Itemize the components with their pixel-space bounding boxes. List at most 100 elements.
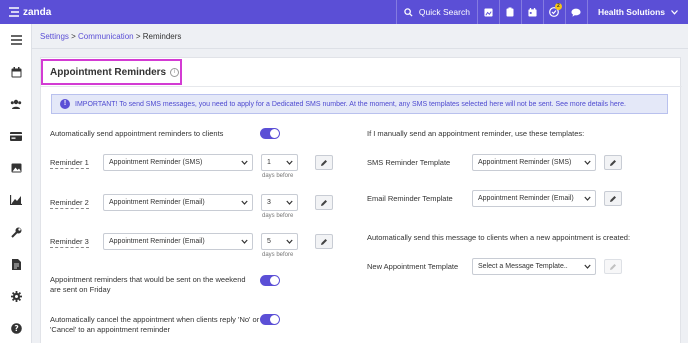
notification-badge: 2 xyxy=(554,3,562,10)
messages-button[interactable] xyxy=(564,0,587,24)
sidebar-item-documents[interactable] xyxy=(0,248,32,280)
sidebar-item-reports[interactable] xyxy=(0,184,32,216)
email-template-edit-button[interactable] xyxy=(604,191,622,206)
alert-text: IMPORTANT! To send SMS messages, you nee… xyxy=(75,100,626,108)
reminder-1-days-before: days before xyxy=(262,173,294,179)
alert-info-icon: ! xyxy=(60,99,70,109)
pencil-icon xyxy=(321,199,327,206)
reminder-1-days-select[interactable]: 1 xyxy=(261,154,298,171)
sidebar-item-billing[interactable] xyxy=(0,120,32,152)
svg-text:?: ? xyxy=(14,324,18,333)
chevron-down-icon xyxy=(241,160,248,165)
sidebar-item-help[interactable]: ? xyxy=(0,312,32,343)
reminder-1-days-value: 1 xyxy=(267,159,271,166)
quick-search-button[interactable]: Quick Search xyxy=(395,0,477,24)
line-chart-icon xyxy=(10,195,22,205)
sidebar-item-calendar[interactable] xyxy=(0,56,32,88)
calendar-button[interactable] xyxy=(520,0,543,24)
reminder-2-days-value: 3 xyxy=(267,199,271,206)
reminder-3-template-select[interactable]: Appointment Reminder (Email) xyxy=(103,233,253,250)
reminder-3-label: Reminder 3 xyxy=(50,237,89,248)
pencil-icon xyxy=(321,238,327,245)
pencil-icon xyxy=(610,195,616,202)
breadcrumb: Settings > Communication > Reminders xyxy=(40,32,181,41)
breadcrumb-separator: > xyxy=(68,32,79,41)
sidebar-item-gallery[interactable] xyxy=(0,152,32,184)
reminder-1-edit-button[interactable] xyxy=(315,155,333,170)
chevron-down-icon xyxy=(584,196,591,201)
reminder-3-template-value: Appointment Reminder (Email) xyxy=(109,238,205,245)
weekend-friday-toggle[interactable] xyxy=(260,275,280,286)
hamburger-menu-icon xyxy=(10,35,22,45)
quick-search-label: Quick Search xyxy=(418,7,470,17)
pencil-icon xyxy=(610,263,616,270)
chevron-down-icon xyxy=(286,239,293,244)
reminder-1-label: Reminder 1 xyxy=(50,158,89,169)
chevron-down-icon xyxy=(286,200,293,205)
reminder-3-days-value: 5 xyxy=(267,238,271,245)
title-highlight-box: Appointment Reminders i xyxy=(41,59,182,85)
reminder-2-days-select[interactable]: 3 xyxy=(261,194,298,211)
sidebar-item-tools[interactable] xyxy=(0,216,32,248)
organisation-menu[interactable]: Health Solutions xyxy=(586,0,688,24)
breadcrumb-divider xyxy=(32,48,688,49)
reminder-1-template-value: Appointment Reminder (SMS) xyxy=(109,159,203,166)
image-report-icon xyxy=(484,7,493,17)
calendar-icon xyxy=(11,66,21,77)
new-appointment-edit-button[interactable] xyxy=(604,259,622,274)
sidebar: ? xyxy=(0,24,32,343)
chevron-down-icon xyxy=(584,264,591,269)
image-icon xyxy=(11,163,21,173)
reminder-2-label: Reminder 2 xyxy=(50,198,89,209)
credit-card-icon xyxy=(10,131,22,141)
tasks-button[interactable]: 2 xyxy=(542,0,565,24)
reminder-1-template-select[interactable]: Appointment Reminder (SMS) xyxy=(103,154,253,171)
auto-send-label: Automatically send appointment reminders… xyxy=(50,129,224,138)
auto-cancel-label: Automatically cancel the appointment whe… xyxy=(50,315,260,334)
breadcrumb-separator: > xyxy=(133,32,143,41)
pencil-icon xyxy=(321,159,327,166)
zanda-logo[interactable]: zanda xyxy=(8,0,68,24)
email-template-value: Appointment Reminder (Email) xyxy=(478,195,574,202)
weekend-label: Appointment reminders that would be sent… xyxy=(50,275,246,294)
sms-template-label: SMS Reminder Template xyxy=(367,158,451,167)
help-circle-icon: ? xyxy=(10,322,22,334)
users-icon xyxy=(10,99,22,109)
reports-button[interactable] xyxy=(476,0,499,24)
sidebar-item-menu[interactable] xyxy=(0,24,32,56)
breadcrumb-current: Reminders xyxy=(142,32,182,41)
card-header-divider xyxy=(41,86,682,87)
auto-send-toggle[interactable] xyxy=(260,128,280,139)
calendar-icon xyxy=(528,7,537,17)
clipboard-icon xyxy=(506,7,514,17)
email-template-label: Email Reminder Template xyxy=(367,194,453,203)
zanda-logo-icon xyxy=(9,7,19,17)
document-icon xyxy=(11,258,21,270)
search-icon xyxy=(404,7,413,17)
sidebar-item-settings[interactable] xyxy=(0,280,32,312)
auto-cancel-toggle[interactable] xyxy=(260,314,280,325)
page-title: Appointment Reminders xyxy=(50,66,167,78)
sms-template-edit-button[interactable] xyxy=(604,155,622,170)
email-template-select[interactable]: Appointment Reminder (Email) xyxy=(472,190,596,207)
new-appointment-template-label: New Appointment Template xyxy=(367,262,459,271)
clipboard-button[interactable] xyxy=(498,0,521,24)
gear-icon xyxy=(10,290,22,302)
sidebar-item-clients[interactable] xyxy=(0,88,32,120)
top-bar: zanda Quick Search 2 Health Solutions xyxy=(0,0,688,24)
sms-template-value: Appointment Reminder (SMS) xyxy=(478,159,572,166)
reminder-3-edit-button[interactable] xyxy=(315,234,333,249)
reminder-2-template-select[interactable]: Appointment Reminder (Email) xyxy=(103,194,253,211)
info-icon[interactable]: i xyxy=(170,67,180,77)
sms-alert-banner[interactable]: ! IMPORTANT! To send SMS messages, you n… xyxy=(51,94,668,114)
chevron-down-icon xyxy=(241,239,248,244)
chat-bubble-icon xyxy=(571,8,582,17)
reminder-2-edit-button[interactable] xyxy=(315,195,333,210)
sms-template-select[interactable]: Appointment Reminder (SMS) xyxy=(472,154,596,171)
breadcrumb-settings-link[interactable]: Settings xyxy=(40,32,69,41)
pencil-icon xyxy=(610,159,616,166)
reminder-3-days-select[interactable]: 5 xyxy=(261,233,298,250)
organisation-name: Health Solutions xyxy=(597,7,665,17)
breadcrumb-communication-link[interactable]: Communication xyxy=(78,32,134,41)
new-appointment-template-select[interactable]: Select a Message Template.. xyxy=(472,258,596,275)
